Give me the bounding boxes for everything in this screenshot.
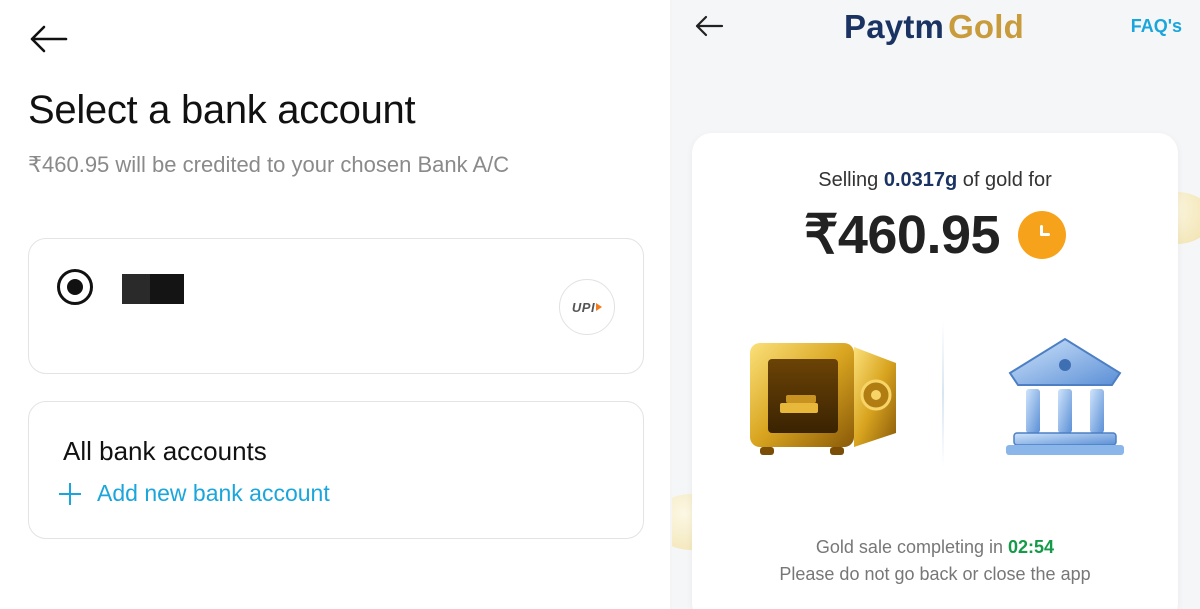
transfer-divider xyxy=(942,321,944,467)
select-bank-screen: Select a bank account ₹460.95 will be cr… xyxy=(0,0,670,609)
paytm-gold-logo: Paytm Gold xyxy=(844,8,1024,46)
amount-row: ₹460.95 xyxy=(692,203,1178,266)
add-bank-account-label: Add new bank account xyxy=(97,480,330,506)
selling-prefix: Selling xyxy=(818,169,879,191)
upi-badge-label: UPI xyxy=(571,299,596,315)
back-arrow-icon[interactable] xyxy=(694,14,724,38)
timer-icon xyxy=(1018,210,1067,259)
brand-paytm: Paytm xyxy=(844,8,945,45)
gold-vault-icon xyxy=(750,343,896,455)
page-title: Select a bank account xyxy=(28,88,416,132)
selling-suffix: of gold for xyxy=(962,169,1052,191)
selected-bank-card[interactable]: UPI xyxy=(28,238,644,374)
selling-info: Selling 0.0317g of gold for xyxy=(692,169,1178,192)
sale-amount: ₹460.95 xyxy=(803,205,1001,265)
gold-sell-screen: Paytm Gold FAQ's Selling 0.0317g of gold … xyxy=(672,0,1200,609)
bank-name-redacted xyxy=(122,274,184,304)
sale-countdown: 02:54 xyxy=(1008,537,1055,557)
sale-status-prefix: Gold sale completing in xyxy=(815,537,1004,557)
all-bank-accounts-card: All bank accounts Add new bank account xyxy=(28,401,644,539)
all-accounts-title: All bank accounts xyxy=(63,436,267,466)
gold-sale-card: Selling 0.0317g of gold for ₹460.95 Gold… xyxy=(692,133,1178,609)
plus-icon xyxy=(59,482,81,505)
radio-selected-icon[interactable] xyxy=(57,269,93,305)
do-not-close-warning: Please do not go back or close the app xyxy=(779,564,1091,584)
upi-arrow-icon xyxy=(596,303,603,311)
credit-subtitle: ₹460.95 will be credited to your chosen … xyxy=(28,152,510,177)
radio-dot xyxy=(67,279,83,295)
gold-grams: 0.0317g xyxy=(883,169,958,191)
back-arrow-icon[interactable] xyxy=(28,24,68,54)
upi-icon: UPI xyxy=(559,279,615,335)
brand-gold: Gold xyxy=(948,8,1025,45)
faq-link[interactable]: FAQ's xyxy=(1131,16,1182,37)
sale-status: Gold sale completing in 02:54 xyxy=(692,537,1178,558)
add-bank-account-button[interactable]: Add new bank account xyxy=(59,480,330,507)
bank-building-icon xyxy=(1006,337,1124,455)
